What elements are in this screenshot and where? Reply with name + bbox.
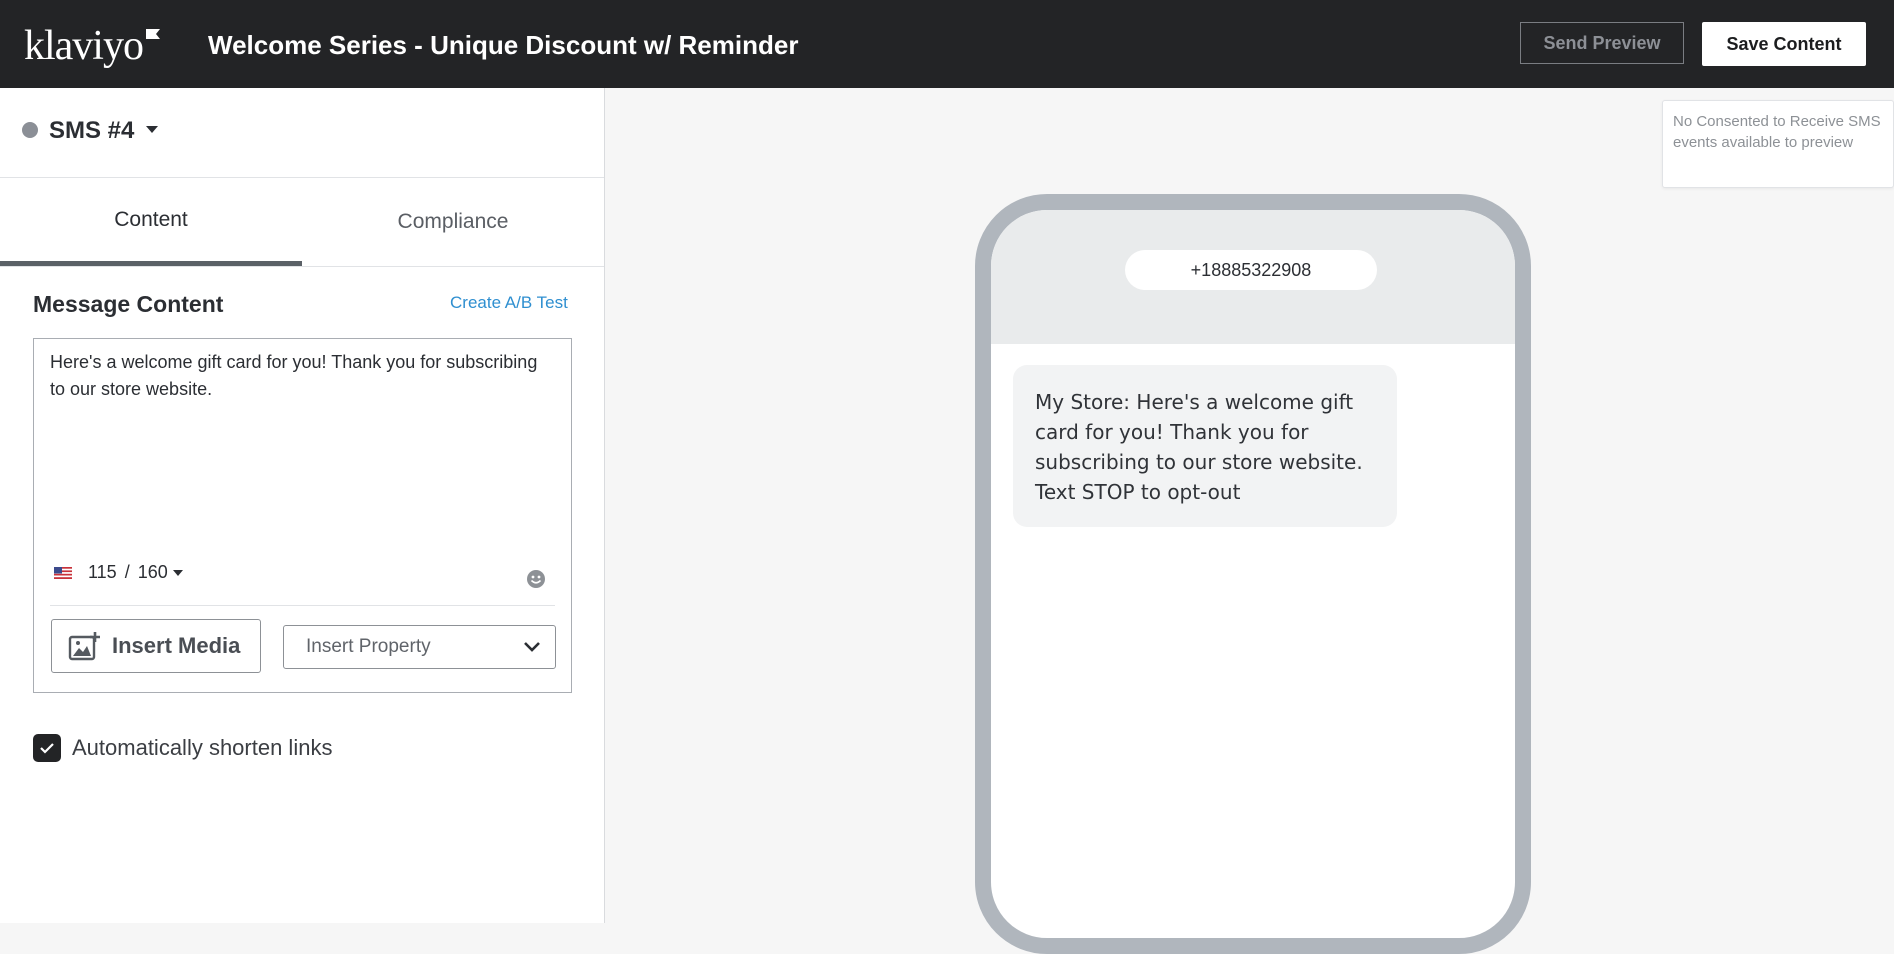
insert-property-placeholder: Insert Property [306, 636, 431, 657]
shorten-links-option[interactable]: Automatically shorten links [33, 734, 332, 762]
shorten-links-label: Automatically shorten links [72, 735, 333, 760]
send-preview-button[interactable]: Send Preview [1520, 22, 1684, 64]
phone-number: +18885322908 [1125, 250, 1377, 290]
status-dot [22, 122, 38, 138]
save-content-button[interactable]: Save Content [1702, 22, 1866, 66]
message-header: SMS #4 [0, 88, 604, 178]
emoji-icon[interactable] [526, 569, 546, 589]
add-image-icon [68, 632, 100, 661]
check-icon [40, 743, 54, 754]
phone-preview: +18885322908 My Store: Here's a welcome … [975, 194, 1531, 954]
flag-icon [145, 29, 160, 39]
insert-media-button[interactable]: Insert Media [51, 619, 261, 673]
character-counter: 115/160 [54, 562, 183, 583]
editor-tabs: Content Compliance [0, 178, 604, 267]
insert-property-select[interactable]: Insert Property [283, 625, 556, 669]
phone-header: +18885322908 [991, 210, 1515, 344]
message-name[interactable]: SMS #4 [49, 117, 134, 145]
section-title: Message Content [33, 291, 224, 317]
insert-media-label: Insert Media [112, 633, 241, 658]
tab-compliance[interactable]: Compliance [302, 178, 604, 266]
klaviyo-logo[interactable]: klaviyo [24, 22, 161, 70]
page-title: Welcome Series - Unique Discount w/ Remi… [208, 30, 799, 60]
logo-text: klaviyo [24, 23, 144, 69]
editor-panel: SMS #4 Content Compliance Message Conten… [0, 88, 605, 923]
message-editor: Here's a welcome gift card for you! Than… [33, 338, 572, 693]
chevron-down-icon [524, 642, 540, 652]
preview-notice: No Consented to Receive SMS events avail… [1662, 100, 1894, 188]
message-bubble: My Store: Here's a welcome gift card for… [1013, 365, 1397, 527]
tab-content[interactable]: Content [0, 178, 302, 266]
message-body-input[interactable]: Here's a welcome gift card for you! Than… [50, 349, 550, 549]
top-bar: klaviyo Welcome Series - Unique Discount… [0, 0, 1894, 88]
caret-down-icon[interactable] [172, 569, 183, 576]
char-count-text: 115/160 [88, 562, 168, 582]
char-count: 115 [88, 562, 117, 582]
create-ab-test-link[interactable]: Create A/B Test [450, 293, 568, 313]
shorten-links-checkbox[interactable] [33, 734, 61, 762]
char-limit: 160 [137, 562, 168, 582]
divider [50, 605, 555, 606]
caret-down-icon[interactable] [146, 126, 158, 133]
us-flag-icon [54, 566, 72, 579]
